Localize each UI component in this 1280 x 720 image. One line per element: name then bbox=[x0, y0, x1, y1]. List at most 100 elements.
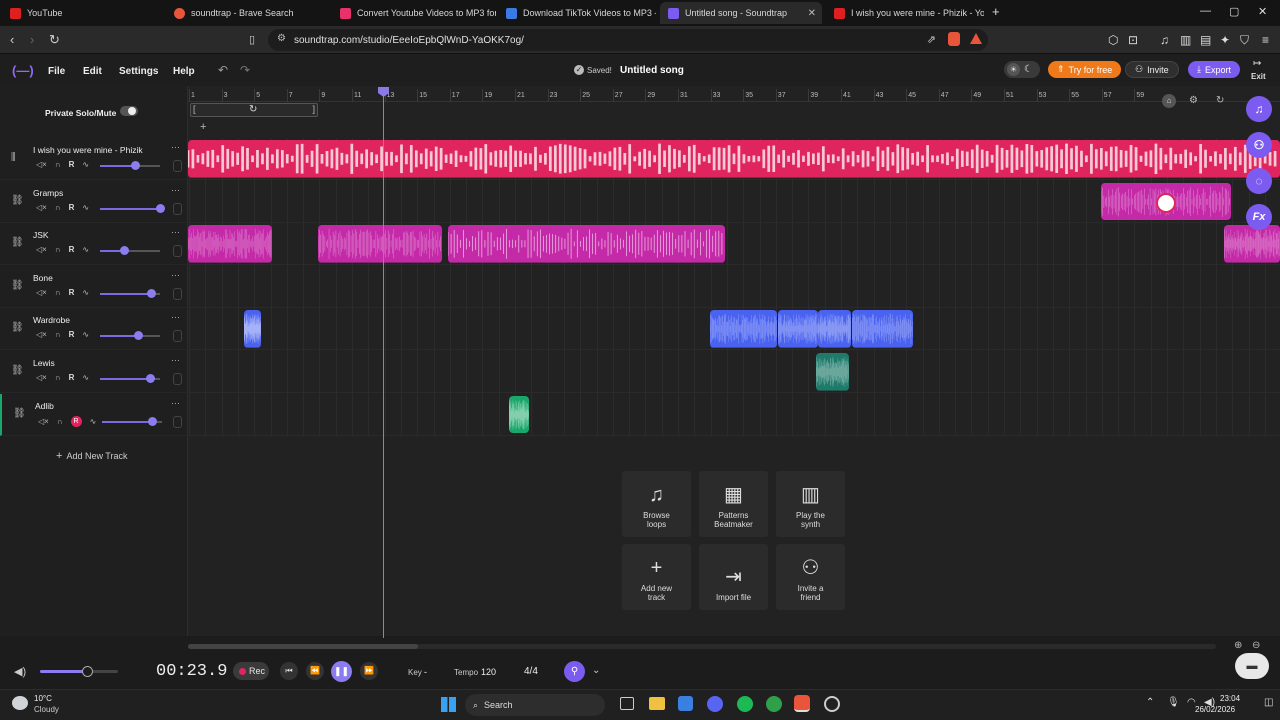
skip-start-icon[interactable]: ⏮ bbox=[280, 662, 298, 680]
file-explorer-icon[interactable] bbox=[649, 697, 665, 710]
link-icon[interactable]: ⛓ bbox=[11, 365, 24, 376]
tab-soundtrap[interactable]: Untitled song - Soundtrap ✕ bbox=[660, 2, 822, 24]
solo-mute-toggle[interactable] bbox=[120, 106, 138, 116]
invite-friend-tile[interactable]: ⚇ Invite a friend bbox=[776, 544, 845, 610]
collaborator-avatar[interactable] bbox=[1156, 192, 1176, 213]
record-arm-button[interactable]: R bbox=[69, 203, 75, 212]
patterns-beatmaker-tile[interactable]: ▦ Patterns Beatmaker bbox=[699, 471, 768, 537]
master-volume-knob[interactable] bbox=[81, 666, 93, 677]
sidebar-icon[interactable]: ▥ bbox=[1180, 33, 1191, 47]
invite-button[interactable]: ⚇ Invite bbox=[1125, 61, 1179, 78]
taskbar-search[interactable]: ⌕ Search bbox=[465, 694, 605, 716]
master-volume-slider[interactable] bbox=[40, 666, 118, 677]
bar-ruler[interactable]: 1 3 5 7 9 11 13 15 17 19 21 23 25 27 29 31 33 35 37 39 41 43 4… bbox=[188, 86, 1280, 102]
track-volume-slider[interactable] bbox=[100, 165, 135, 167]
mute-icon[interactable]: ◁× bbox=[38, 417, 49, 426]
wallet-icon[interactable]: ▤ bbox=[1200, 33, 1211, 47]
track-volume-slider[interactable] bbox=[100, 207, 160, 210]
automation-icon[interactable]: ∿ bbox=[90, 417, 97, 426]
import-file-tile[interactable]: ⇥ Import file bbox=[699, 544, 768, 610]
menu-icon[interactable]: ≡ bbox=[1262, 33, 1269, 47]
automation-icon[interactable]: ∿ bbox=[82, 203, 89, 212]
automation-icon[interactable]: ∿ bbox=[82, 245, 89, 254]
tempo-value[interactable]: 120 bbox=[481, 667, 496, 677]
audio-clip[interactable] bbox=[188, 225, 272, 263]
brave-icon[interactable] bbox=[794, 695, 810, 712]
close-window-icon[interactable]: ✕ bbox=[1258, 5, 1267, 18]
audio-clip[interactable] bbox=[1224, 225, 1280, 263]
track-options-icon[interactable]: ⋯ bbox=[171, 142, 180, 153]
automation-icon[interactable]: ∿ bbox=[82, 373, 89, 382]
redo-icon[interactable]: ↷ bbox=[240, 63, 250, 77]
audio-clip[interactable] bbox=[318, 225, 442, 263]
leo-ai-icon[interactable]: ✦ bbox=[1220, 33, 1230, 47]
solo-headphones-icon[interactable]: ∩ bbox=[57, 417, 63, 426]
solo-headphones-icon[interactable]: ∩ bbox=[55, 203, 61, 212]
add-new-track-tile[interactable]: + Add new track bbox=[622, 544, 691, 610]
track-options-icon[interactable]: ⋯ bbox=[171, 270, 180, 281]
automation-icon[interactable]: ∿ bbox=[82, 160, 89, 169]
record-arm-button[interactable]: R bbox=[70, 415, 82, 427]
menu-settings[interactable]: Settings bbox=[119, 66, 158, 77]
track-name[interactable]: Lewis bbox=[33, 358, 55, 368]
discord-icon[interactable] bbox=[707, 696, 723, 712]
collaborators-dock-button[interactable]: ⚇ bbox=[1246, 132, 1272, 158]
link-icon[interactable]: ⛓ bbox=[13, 408, 26, 419]
audio-clip[interactable] bbox=[448, 225, 725, 263]
rewind-icon[interactable]: ⏪ bbox=[306, 662, 324, 680]
xbox-icon[interactable] bbox=[766, 696, 782, 712]
solo-headphones-icon[interactable]: ∩ bbox=[55, 245, 61, 254]
tab-youtube-song[interactable]: I wish you were mine - Phizik - YouTu bbox=[826, 2, 984, 24]
speaker-icon[interactable]: ◀) bbox=[14, 665, 26, 678]
audio-clip[interactable] bbox=[816, 353, 849, 391]
store-icon[interactable] bbox=[678, 696, 693, 711]
play-synth-tile[interactable]: ▥ Play the synth bbox=[776, 471, 845, 537]
mute-icon[interactable]: ◁× bbox=[36, 160, 47, 169]
track-volume-slider[interactable] bbox=[100, 335, 138, 338]
key-value[interactable]: - bbox=[424, 667, 427, 677]
track-options-icon[interactable]: ⋯ bbox=[171, 355, 180, 366]
weather-icon[interactable] bbox=[12, 696, 28, 710]
track-options-icon[interactable]: ⋯ bbox=[171, 185, 180, 196]
loop-icon[interactable]: ↻ bbox=[249, 104, 257, 115]
forward-icon[interactable]: › bbox=[30, 32, 34, 47]
windows-start-icon[interactable] bbox=[441, 697, 456, 712]
new-tab-icon[interactable]: + bbox=[992, 4, 1000, 19]
track-volume-knob[interactable] bbox=[156, 203, 165, 213]
chat-dock-button[interactable]: ◌ bbox=[1246, 168, 1272, 194]
audio-input-icon[interactable]: ⫼ bbox=[11, 152, 16, 163]
record-arm-button[interactable]: R bbox=[69, 160, 75, 169]
share-icon[interactable]: ⇗ bbox=[927, 33, 936, 46]
audio-clip[interactable] bbox=[852, 310, 913, 348]
loop-end-bracket[interactable]: ] bbox=[312, 104, 315, 114]
audio-clip[interactable] bbox=[818, 310, 851, 348]
chat-bubble-button[interactable]: ▬ bbox=[1235, 653, 1269, 679]
track-header[interactable]: ⛓ Adlib ⋯ ◁× ∩ R ∿ bbox=[0, 393, 188, 436]
loop-region[interactable]: [ ↻ ] bbox=[190, 103, 318, 117]
tab-youtube[interactable]: YouTube bbox=[2, 2, 162, 24]
scrollbar-thumb[interactable] bbox=[188, 644, 418, 649]
chevron-down-icon[interactable]: ⌄ bbox=[592, 665, 600, 676]
browse-loops-tile[interactable]: ♫ Browse loops bbox=[622, 471, 691, 537]
track-header[interactable]: ⫼ I wish you were mine - Phizik ⋯ ◁× ∩ R… bbox=[0, 138, 188, 180]
extensions-icon[interactable]: ⬡ bbox=[1108, 33, 1118, 47]
track-header[interactable]: ⛓ Wardrobe ⋯ ◁× ∩ R ∿ bbox=[0, 308, 188, 351]
track-volume-knob[interactable] bbox=[120, 246, 129, 256]
automation-icon[interactable]: ∿ bbox=[82, 330, 89, 339]
menu-edit[interactable]: Edit bbox=[83, 66, 102, 77]
link-icon[interactable]: ⛓ bbox=[11, 195, 24, 206]
link-icon[interactable]: ⛓ bbox=[11, 322, 24, 333]
microphone-icon[interactable]: 🎙 bbox=[1167, 697, 1180, 708]
solo-headphones-icon[interactable]: ∩ bbox=[55, 330, 61, 339]
track-name[interactable]: JSK bbox=[33, 230, 49, 240]
track-name[interactable]: Gramps bbox=[33, 188, 63, 198]
theme-toggle[interactable]: ☀ ☾ bbox=[1004, 61, 1040, 78]
exit-label[interactable]: Exit bbox=[1251, 72, 1266, 81]
playhead[interactable] bbox=[383, 88, 384, 638]
solo-headphones-icon[interactable]: ∩ bbox=[55, 288, 61, 297]
temperature[interactable]: 10°C bbox=[34, 694, 52, 703]
track-lane[interactable] bbox=[188, 394, 1280, 436]
audio-clip[interactable] bbox=[188, 140, 1280, 178]
zoom-in-icon[interactable]: ⊕ bbox=[1234, 640, 1242, 651]
audio-clip[interactable] bbox=[509, 395, 529, 434]
